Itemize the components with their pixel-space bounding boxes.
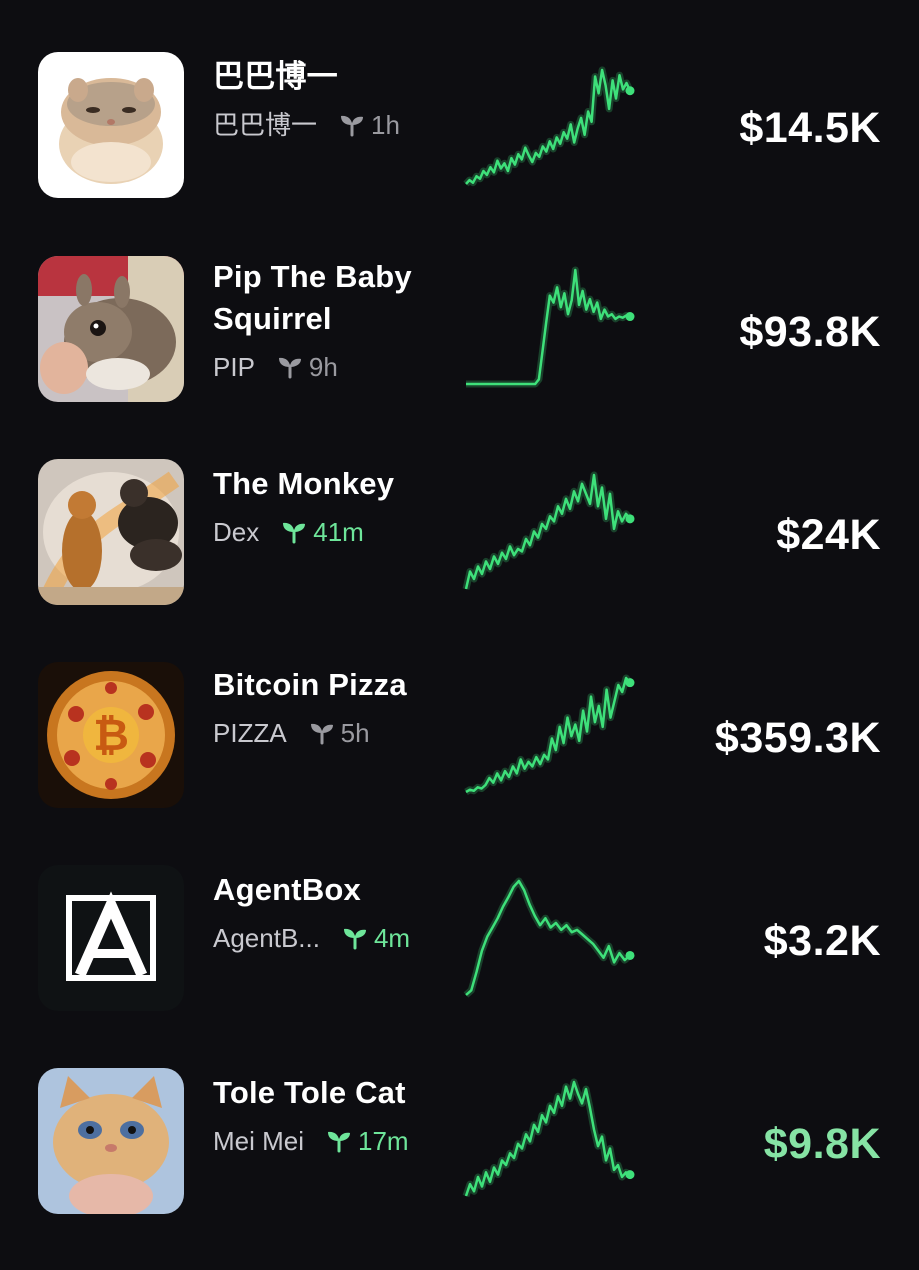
svg-text:₿: ₿ — [93, 711, 129, 760]
sparkline-glow — [462, 471, 633, 590]
sparkline-endpoint — [625, 950, 635, 960]
price-sparkline — [462, 877, 642, 1007]
token-name: AgentBox — [213, 872, 361, 907]
token-ticker: Mei Mei — [213, 1126, 305, 1156]
price-sparkline — [462, 266, 642, 396]
token-age: 9h — [277, 350, 338, 384]
token-age: 4m — [342, 921, 410, 955]
token-ticker: PIZZA — [213, 718, 287, 748]
token-age: 5h — [309, 716, 370, 750]
token-name: Bitcoin Pizza — [213, 667, 407, 702]
sparkline-endpoint — [625, 86, 635, 96]
token-list: 巴巴博一 巴巴博一 1h $14.5K Pip The Baby Squirre… — [0, 0, 919, 1214]
price-sparkline — [462, 471, 642, 601]
sparkline-chart — [462, 471, 635, 590]
token-name: The Monkey — [213, 466, 395, 501]
sparkline-endpoint — [625, 678, 635, 688]
token-thumbnail[interactable] — [38, 459, 184, 605]
token-age-value: 5h — [340, 718, 370, 748]
sprout-icon — [328, 1131, 351, 1153]
token-thumbnail[interactable]: ₿ — [38, 662, 184, 808]
market-cap-value: $3.2K — [763, 917, 881, 965]
price-sparkline — [462, 1078, 642, 1208]
token-name: 巴巴博一 — [213, 59, 338, 94]
market-cap-value: $24K — [776, 511, 881, 559]
sparkline-chart — [463, 877, 635, 998]
token-row[interactable]: The Monkey Dex 41m $24K — [0, 459, 919, 661]
sparkline-glow — [466, 266, 632, 388]
token-age: 1h — [339, 108, 400, 142]
sprout-icon — [310, 723, 333, 745]
token-row[interactable]: ₿ Bitcoin Pizza PIZZA 5h $359.3K — [0, 662, 919, 864]
sprout-icon — [283, 522, 306, 544]
token-age-value: 1h — [371, 110, 400, 140]
token-name: Tole Tole Cat — [213, 1075, 406, 1110]
token-ticker: PIP — [213, 352, 255, 382]
sparkline-chart — [464, 674, 635, 796]
market-cap-value: $9.8K — [763, 1120, 881, 1168]
price-sparkline — [462, 674, 642, 804]
token-age-value: 4m — [373, 923, 411, 953]
token-ticker: AgentB... — [213, 923, 320, 953]
sprout-icon — [278, 357, 301, 379]
sparkline-chart — [466, 266, 635, 388]
token-thumbnail[interactable] — [38, 1068, 184, 1214]
token-age-value: 41m — [313, 517, 364, 547]
market-cap-value: $93.8K — [739, 308, 881, 356]
sparkline-line — [465, 879, 631, 996]
sparkline-glow — [463, 877, 633, 998]
token-name: Pip The Baby Squirrel — [213, 259, 412, 336]
sparkline-chart — [462, 1078, 635, 1198]
token-age-value: 9h — [308, 352, 338, 382]
token-ticker: Dex — [213, 517, 260, 547]
sparkline-line — [465, 68, 632, 185]
sparkline-chart — [463, 66, 635, 187]
market-cap-value: $14.5K — [739, 104, 881, 152]
token-age: 41m — [281, 515, 364, 549]
token-thumbnail[interactable] — [38, 256, 184, 402]
sparkline-endpoint — [625, 312, 635, 322]
market-cap-value: $359.3K — [714, 714, 881, 762]
token-age: 17m — [326, 1124, 409, 1158]
token-row[interactable]: AgentBox AgentB... 4m $3.2K — [0, 865, 919, 1067]
token-age-value: 17m — [358, 1126, 409, 1156]
sparkline-endpoint — [625, 1170, 635, 1180]
token-thumbnail[interactable] — [38, 865, 184, 1011]
price-sparkline — [462, 66, 642, 196]
token-thumbnail[interactable] — [38, 52, 184, 198]
sparkline-endpoint — [625, 514, 635, 524]
sprout-icon — [343, 928, 366, 950]
token-row[interactable]: 巴巴博一 巴巴博一 1h $14.5K — [0, 52, 919, 254]
token-row[interactable]: Pip The Baby Squirrel PIP 9h $93.8K — [0, 256, 919, 458]
token-ticker: 巴巴博一 — [213, 110, 318, 140]
token-row[interactable]: Tole Tole Cat Mei Mei 17m $9.8K — [0, 1068, 919, 1270]
sprout-icon — [341, 115, 364, 137]
